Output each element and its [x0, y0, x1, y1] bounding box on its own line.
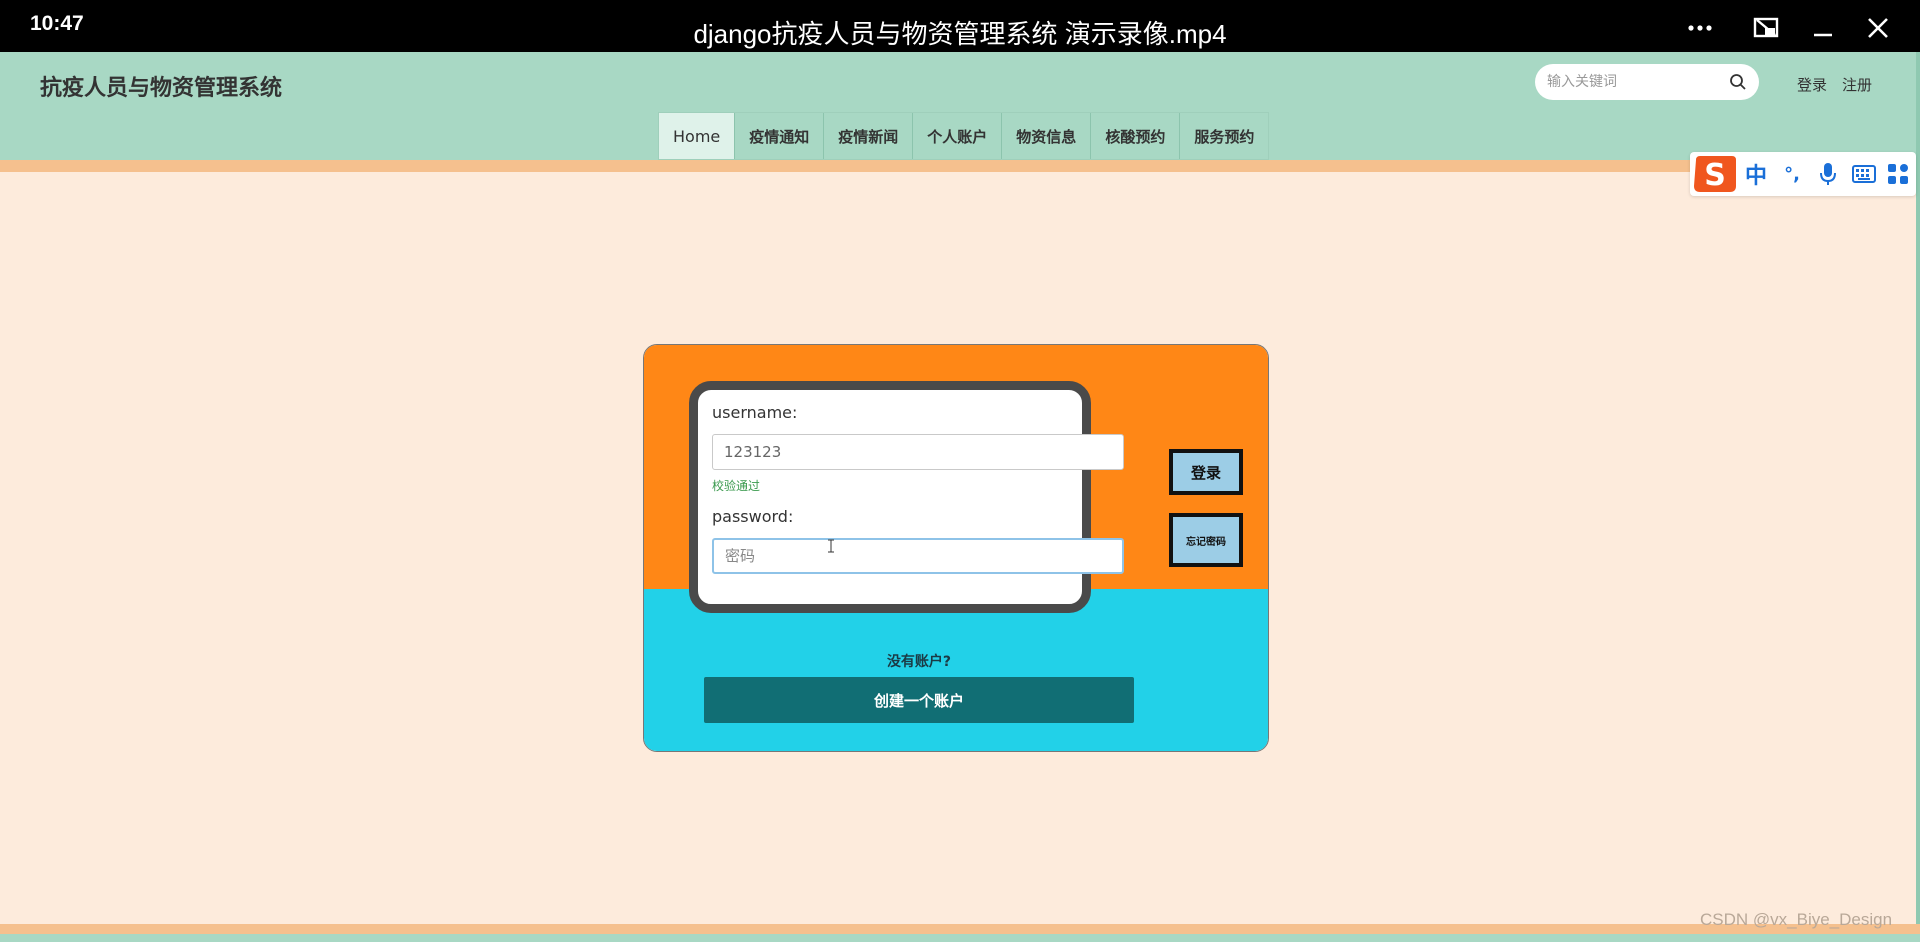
ime-chinese-mode-icon[interactable]: 中: [1742, 160, 1770, 189]
site-header: 抗疫人员与物资管理系统 登录 注册 Home 疫情通知 疫情新闻 个人账户 物资…: [0, 52, 1920, 160]
close-icon[interactable]: [1860, 10, 1896, 46]
ime-toolbar: S 中 °,: [1690, 152, 1916, 196]
main-nav: Home 疫情通知 疫情新闻 个人账户 物资信息 核酸预约 服务预约: [658, 112, 1270, 160]
ime-punctuation-icon[interactable]: °,: [1778, 160, 1806, 188]
nav-epidemic-notice[interactable]: 疫情通知: [735, 113, 825, 159]
search-input[interactable]: [1535, 64, 1725, 100]
username-valid-message: 校验通过: [712, 479, 761, 493]
nav-epidemic-news[interactable]: 疫情新闻: [824, 113, 914, 159]
footer-strip-green: [0, 934, 1920, 942]
nav-service-booking[interactable]: 服务预约: [1180, 113, 1269, 159]
header-divider: [0, 160, 1920, 172]
screen-off-icon[interactable]: [1748, 10, 1784, 46]
register-link[interactable]: 注册: [1842, 74, 1872, 95]
login-card: username: 校验通过 password: 登录 忘记密码 没有账户? 创…: [643, 344, 1269, 752]
login-link[interactable]: 登录: [1797, 74, 1827, 95]
username-label: username:: [712, 403, 798, 422]
nav-nucleic-test-booking[interactable]: 核酸预约: [1091, 113, 1181, 159]
site-title: 抗疫人员与物资管理系统: [40, 76, 283, 101]
grid-apps-icon[interactable]: [1884, 160, 1912, 188]
nav-personal-account[interactable]: 个人账户: [913, 113, 1003, 159]
more-icon[interactable]: [1682, 10, 1718, 46]
csdn-watermark: CSDN @vx_Biye_Design: [1700, 910, 1893, 929]
password-label: password:: [712, 507, 794, 526]
svg-text:S: S: [1704, 158, 1726, 193]
nav-home[interactable]: Home: [659, 113, 736, 159]
keyboard-icon[interactable]: [1850, 160, 1878, 188]
nav-supplies-info[interactable]: 物资信息: [1002, 113, 1092, 159]
username-input[interactable]: [712, 434, 1124, 470]
no-account-text: 没有账户?: [886, 654, 952, 670]
video-player-bar: 10:47 django抗疫人员与物资管理系统 演示录像.mp4: [0, 0, 1920, 52]
search-icon[interactable]: [1729, 73, 1747, 91]
login-button[interactable]: 登录: [1169, 449, 1243, 495]
video-title: django抗疫人员与物资管理系统 演示录像.mp4: [693, 19, 1227, 49]
password-input[interactable]: [712, 538, 1124, 574]
text-cursor-icon: [827, 538, 835, 553]
minimize-icon[interactable]: [1805, 10, 1841, 46]
sogou-logo-icon[interactable]: S: [1690, 152, 1738, 196]
forgot-password-button[interactable]: 忘记密码: [1169, 513, 1243, 567]
footer-strip: [0, 924, 1920, 934]
search-box: [1535, 64, 1759, 100]
microphone-icon[interactable]: [1814, 160, 1842, 188]
login-form-panel: username: 校验通过 password:: [689, 381, 1124, 613]
create-account-button[interactable]: 创建一个账户: [704, 677, 1134, 723]
page-scrollbar[interactable]: [1916, 52, 1920, 942]
